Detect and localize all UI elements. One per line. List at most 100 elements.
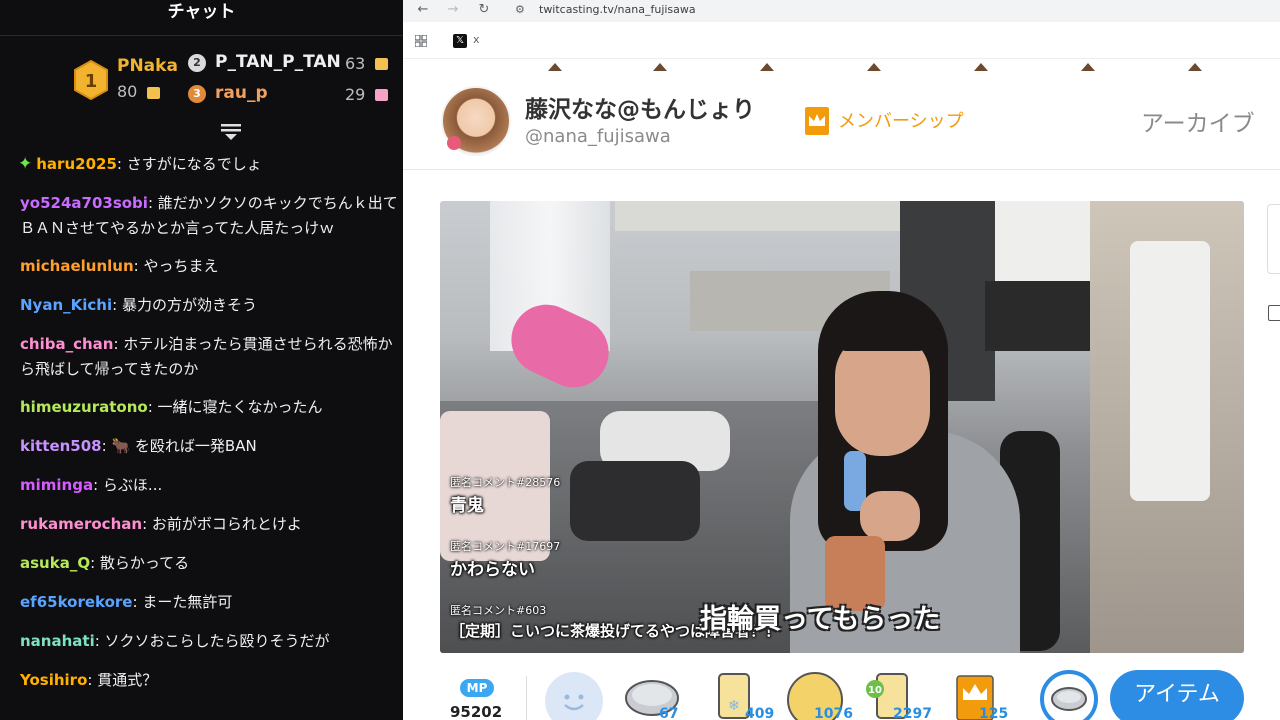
archive-link[interactable]: アーカイブ xyxy=(1141,104,1255,138)
chat-username[interactable]: haru2025 xyxy=(36,155,117,173)
video-comment-tag: 匿名コメント#603 xyxy=(450,604,547,617)
chat-username[interactable]: Yosihiro xyxy=(20,671,87,689)
chat-separator: : xyxy=(93,476,103,494)
rank-1-badge-icon: 1 xyxy=(74,60,108,100)
reload-icon[interactable]: ↻ xyxy=(475,2,493,17)
chat-message: nanahati: ソクソおこらしたら殴りそうだが xyxy=(20,629,403,654)
chat-separator: : xyxy=(90,554,100,572)
chat-username[interactable]: yo524a703sobi xyxy=(20,194,148,212)
streamer-handle: @nana_fujisawa xyxy=(525,126,671,147)
item-count: 67 xyxy=(659,706,679,720)
smile-item-icon[interactable] xyxy=(545,672,603,720)
site-info-icon[interactable]: ⚙ xyxy=(515,3,525,16)
chat-panel: チャット 1 PNaka 80 2 P_TAN_P_TAN 63 3 rau_p… xyxy=(0,0,403,720)
rank-2-badge-icon: 2 xyxy=(188,54,206,72)
chat-username[interactable]: Nyan_Kichi xyxy=(20,296,112,314)
chat-separator: : xyxy=(132,593,143,611)
video-frame xyxy=(440,201,1244,653)
collapse-leaderboard-icon[interactable] xyxy=(219,122,243,142)
chat-separator: : xyxy=(101,437,112,455)
video-comment-tag: 匿名コメント#17697 xyxy=(450,540,561,553)
video-comment-text: 青鬼 xyxy=(450,496,484,516)
item-button[interactable]: アイテム xyxy=(1110,670,1244,720)
chat-username[interactable]: rukamerochan xyxy=(20,515,142,533)
chat-username[interactable]: asuka_Q xyxy=(20,554,90,572)
streamer-name[interactable]: 藤沢なな@もんじょり xyxy=(525,90,755,124)
chat-separator: : xyxy=(116,155,127,173)
forward-arrow-icon[interactable]: → xyxy=(444,2,462,17)
items-bar: MP 95202 67 ❄ 409 1076 10 2297 125 アイテム xyxy=(403,668,1280,720)
browser-window: ← → ↻ ⚙ twitcasting.tv/nana_fujisawa 𝕏 x… xyxy=(403,0,1280,720)
chat-text: お前がボコられとけよ xyxy=(151,515,302,533)
chat-text: 散らかってる xyxy=(99,554,190,572)
chat-username[interactable]: kitten508 xyxy=(20,437,102,455)
divider xyxy=(526,676,527,720)
cup-item[interactable]: ❄ 409 xyxy=(711,670,774,720)
video-comment-tag: 匿名コメント#28576 xyxy=(450,476,561,489)
side-checkbox[interactable] xyxy=(1268,305,1280,321)
selected-coin-icon[interactable] xyxy=(1040,670,1098,720)
chat-message: yo524a703sobi: 誰だかソクソのキックでちんｋ出てＢＡＮさせてやるか… xyxy=(20,191,403,241)
video-player[interactable]: 匿名コメント#28576 青鬼 匿名コメント#17697 かわらない 匿名コメン… xyxy=(440,201,1244,653)
back-arrow-icon[interactable]: ← xyxy=(414,2,432,17)
leader-1-name[interactable]: PNaka xyxy=(117,56,178,76)
mp-value: 95202 xyxy=(450,703,503,720)
membership-link[interactable]: メンバーシップ xyxy=(838,107,964,133)
chat-username[interactable]: chiba_chan xyxy=(20,335,113,353)
leader-2-score: 63 xyxy=(345,54,366,73)
item-count: 125 xyxy=(979,706,1009,720)
leader-2-name[interactable]: P_TAN_P_TAN xyxy=(215,52,341,72)
leader-3-score: 29 xyxy=(345,85,366,104)
sparkle-icon: ✦ xyxy=(20,154,33,174)
chat-username[interactable]: himeuzuratono xyxy=(20,398,148,416)
svg-text:1: 1 xyxy=(85,71,98,92)
chat-message: himeuzuratono: 一緒に寝たくなかったん xyxy=(20,395,403,420)
video-comment-text: かわらない xyxy=(450,560,535,580)
chat-username[interactable]: miminga xyxy=(20,476,93,494)
leader-1-score: 80 xyxy=(117,82,138,101)
apps-grid-icon[interactable] xyxy=(415,35,427,47)
leader-3-name[interactable]: rau_p xyxy=(215,83,268,103)
chat-message: ✦ haru2025: さすがになるでしょ xyxy=(20,152,403,177)
chat-separator: : xyxy=(142,515,152,533)
chat-text: さすがになるでしょ xyxy=(126,155,262,173)
bookmarks-bar: 𝕏 x xyxy=(403,28,1280,56)
cup-10-item[interactable]: 10 2297 xyxy=(865,670,932,720)
gift-icon xyxy=(147,87,160,99)
chat-username[interactable]: ef65korekore xyxy=(20,593,132,611)
chat-separator: : xyxy=(133,257,144,275)
gift-leaderboard: 1 PNaka 80 2 P_TAN_P_TAN 63 3 rau_p 29 xyxy=(0,44,403,119)
svg-text:❄: ❄ xyxy=(728,698,740,714)
rank-3-badge-icon: 3 xyxy=(188,85,206,103)
decorative-header-band xyxy=(403,58,1280,72)
chat-text: 暴力の方が効きそう xyxy=(121,296,257,314)
chat-separator: : xyxy=(113,335,124,353)
chat-message: Nyan_Kichi: 暴力の方が効きそう xyxy=(20,293,403,318)
chat-message: chiba_chan: ホテル泊まったら貫通させられる恐怖から飛ばして帰ってきた… xyxy=(20,332,403,382)
chat-text: 一緒に寝たくなかったん xyxy=(157,398,323,416)
item-count: 2297 xyxy=(893,706,932,720)
x-logo-icon[interactable]: 𝕏 xyxy=(453,34,467,48)
chat-username[interactable]: michaelunlun xyxy=(20,257,134,275)
gift-icon xyxy=(375,89,388,101)
address-bar[interactable]: twitcasting.tv/nana_fujisawa xyxy=(539,3,696,16)
ball-item[interactable]: 1076 xyxy=(786,670,853,720)
chat-separator: : xyxy=(147,398,158,416)
coin-item[interactable]: 67 xyxy=(625,670,683,720)
chat-separator: : xyxy=(87,671,98,689)
crown-icon[interactable] xyxy=(805,107,829,135)
chat-message: kitten508: 🐂 を殴れば一発BAN xyxy=(20,434,403,459)
chat-separator: : xyxy=(112,296,122,314)
chat-separator: : xyxy=(94,632,105,650)
flower-icon xyxy=(447,136,461,150)
chat-message: Yosihiro: 貫通式？ xyxy=(20,668,403,693)
chat-username[interactable]: nanahati xyxy=(20,632,95,650)
chat-text: 貫通式？ xyxy=(97,671,158,689)
chat-text: らぶほ... xyxy=(102,476,163,494)
chat-message: miminga: らぶほ... xyxy=(20,473,403,498)
crown-card-item[interactable]: 125 xyxy=(953,670,1011,720)
chat-message-list: ✦ haru2025: さすがになるでしょ yo524a703sobi: 誰だかソク… xyxy=(20,152,403,707)
side-panel-edge[interactable] xyxy=(1267,204,1280,274)
bookmark-x-label[interactable]: x xyxy=(473,33,480,46)
browser-toolbar: ← → ↻ ⚙ twitcasting.tv/nana_fujisawa xyxy=(403,0,1280,22)
